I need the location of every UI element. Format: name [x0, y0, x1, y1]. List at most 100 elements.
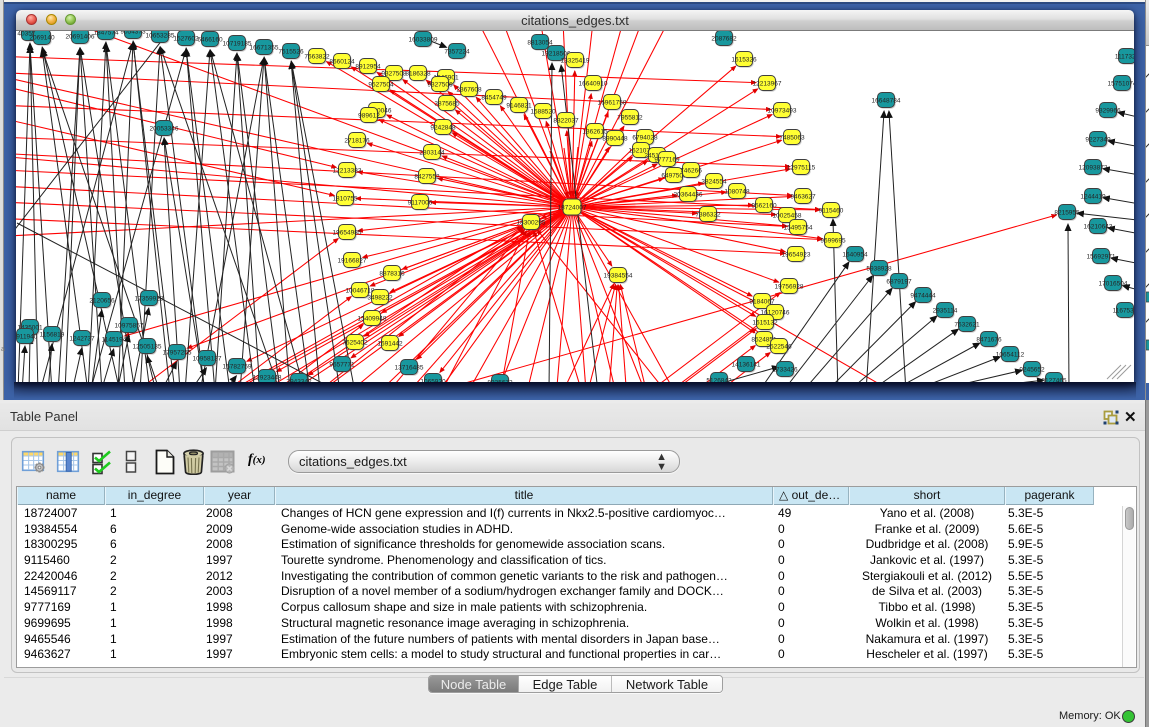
svg-text:19654923: 19654923: [782, 252, 811, 259]
svg-text:12213967: 12213967: [753, 81, 782, 88]
svg-text:9777169: 9777169: [654, 157, 680, 164]
svg-text:20053346: 20053346: [150, 126, 179, 133]
svg-text:16648784: 16648784: [872, 98, 901, 105]
svg-text:7943342: 7943342: [286, 379, 312, 383]
svg-text:9329966: 9329966: [1095, 108, 1121, 115]
svg-text:7357224: 7357224: [444, 49, 470, 56]
svg-text:15409948: 15409948: [358, 316, 387, 323]
svg-text:19654985: 19654985: [333, 230, 362, 237]
svg-text:20364436: 20364436: [674, 192, 703, 199]
svg-text:8454749: 8454749: [481, 95, 507, 102]
svg-text:9474444: 9474444: [910, 293, 936, 300]
svg-text:7485063: 7485063: [779, 135, 805, 142]
svg-text:1847574: 1847574: [93, 31, 119, 37]
svg-text:16210643: 16210643: [1084, 224, 1113, 231]
svg-text:10719185: 10719185: [223, 41, 252, 48]
svg-text:10973493: 10973493: [768, 108, 797, 115]
svg-text:5938928: 5938928: [866, 266, 892, 273]
svg-text:9242848: 9242848: [430, 125, 456, 132]
svg-text:1156819: 1156819: [40, 332, 65, 339]
svg-text:2803144: 2803144: [419, 150, 445, 157]
svg-text:9463627: 9463627: [790, 194, 816, 201]
svg-text:9527504: 9527504: [368, 82, 394, 89]
svg-text:1640954: 1640954: [842, 252, 868, 259]
svg-text:17359928: 17359928: [135, 296, 164, 303]
svg-text:8186328: 8186328: [405, 71, 431, 78]
svg-text:15751074: 15751074: [1108, 81, 1134, 88]
svg-text:1810755: 1810755: [332, 196, 358, 203]
svg-text:16033809: 16033809: [409, 37, 438, 44]
svg-text:10653285: 10653285: [146, 33, 175, 40]
svg-text:8471676: 8471676: [976, 337, 1002, 344]
svg-text:1145194: 1145194: [102, 337, 127, 344]
svg-text:12505135: 12505135: [133, 344, 162, 351]
svg-text:7625402: 7625402: [342, 340, 368, 347]
svg-text:17016504: 17016504: [1099, 281, 1128, 288]
svg-text:17957255: 17957255: [163, 350, 192, 357]
svg-text:12213383: 12213383: [333, 168, 362, 175]
svg-text:10046718: 10046718: [346, 288, 375, 295]
svg-text:12975115: 12975115: [787, 165, 816, 172]
svg-text:7386322: 7386322: [695, 212, 721, 219]
svg-text:9115460: 9115460: [819, 208, 844, 215]
svg-text:2120656: 2120656: [89, 298, 115, 305]
svg-text:3498222: 3498222: [367, 295, 393, 302]
svg-text:15692971: 15692971: [1087, 254, 1116, 261]
svg-text:15495754: 15495754: [784, 225, 813, 232]
svg-text:16671355: 16671355: [250, 45, 279, 52]
svg-text:3911940: 3911940: [16, 334, 38, 341]
svg-text:14136141: 14136141: [732, 362, 761, 369]
svg-text:10654112: 10654112: [996, 352, 1025, 359]
svg-text:10025458: 10025458: [773, 213, 802, 220]
svg-text:1691442: 1691442: [377, 341, 403, 348]
svg-text:1065920: 1065920: [420, 379, 446, 383]
svg-text:8235672: 8235672: [487, 380, 513, 383]
svg-text:2935114: 2935114: [933, 308, 958, 315]
svg-text:13716485: 13716485: [395, 365, 424, 372]
svg-text:12923448: 12923448: [253, 375, 282, 382]
svg-text:1362615: 1362615: [582, 129, 608, 136]
svg-text:9657771: 9657771: [329, 362, 355, 369]
svg-text:9327506: 9327506: [427, 82, 453, 89]
svg-text:1615132: 1615132: [752, 320, 778, 327]
svg-text:6879197: 6879197: [886, 279, 912, 286]
svg-text:8813054: 8813054: [527, 40, 553, 47]
svg-text:9699695: 9699695: [820, 238, 846, 245]
svg-text:16961758: 16961758: [598, 100, 627, 107]
svg-text:7515526: 7515526: [278, 49, 304, 56]
svg-text:1242737: 1242737: [69, 336, 95, 343]
svg-text:7663822: 7663822: [304, 54, 330, 61]
svg-text:8215955: 8215955: [1054, 210, 1080, 217]
svg-text:19166827: 19166827: [338, 258, 367, 265]
svg-text:7955812: 7955812: [617, 115, 643, 122]
svg-text:6794028: 6794028: [632, 135, 658, 142]
svg-text:1244419: 1244419: [1080, 194, 1106, 201]
svg-text:1080748: 1080748: [724, 189, 750, 196]
svg-text:2367608: 2367608: [456, 87, 482, 94]
svg-text:8878316: 8878316: [379, 271, 405, 278]
svg-text:746266: 746266: [680, 168, 702, 175]
svg-text:8427552: 8427552: [414, 174, 440, 181]
svg-text:1167531: 1167531: [1113, 308, 1134, 315]
svg-text:13325419: 13325419: [561, 58, 590, 65]
svg-text:2069140: 2069140: [29, 35, 55, 42]
svg-text:7632621: 7632621: [954, 322, 980, 329]
svg-text:3875685: 3875685: [434, 101, 460, 108]
svg-text:2087682: 2087682: [711, 36, 737, 43]
svg-text:3824554: 3824554: [701, 179, 727, 186]
svg-text:10958137: 10958137: [193, 356, 222, 363]
svg-text:6466160: 6466160: [197, 37, 223, 44]
svg-text:16782759: 16782759: [223, 364, 252, 371]
svg-text:2522546: 2522546: [766, 344, 792, 351]
svg-text:9227349: 9227349: [1085, 137, 1111, 144]
svg-text:1615326: 1615326: [731, 57, 757, 64]
svg-text:2718176: 2718176: [344, 138, 370, 145]
svg-text:19384554: 19384554: [604, 273, 633, 280]
svg-text:9562160: 9562160: [751, 203, 777, 210]
svg-text:10975857: 10975857: [115, 323, 144, 330]
svg-text:9117006: 9117006: [408, 200, 433, 207]
svg-text:16640910: 16640910: [579, 81, 608, 88]
svg-text:9245652: 9245652: [1019, 367, 1045, 374]
svg-text:8990448: 8990448: [602, 136, 628, 143]
svg-text:989612: 989612: [358, 113, 380, 120]
